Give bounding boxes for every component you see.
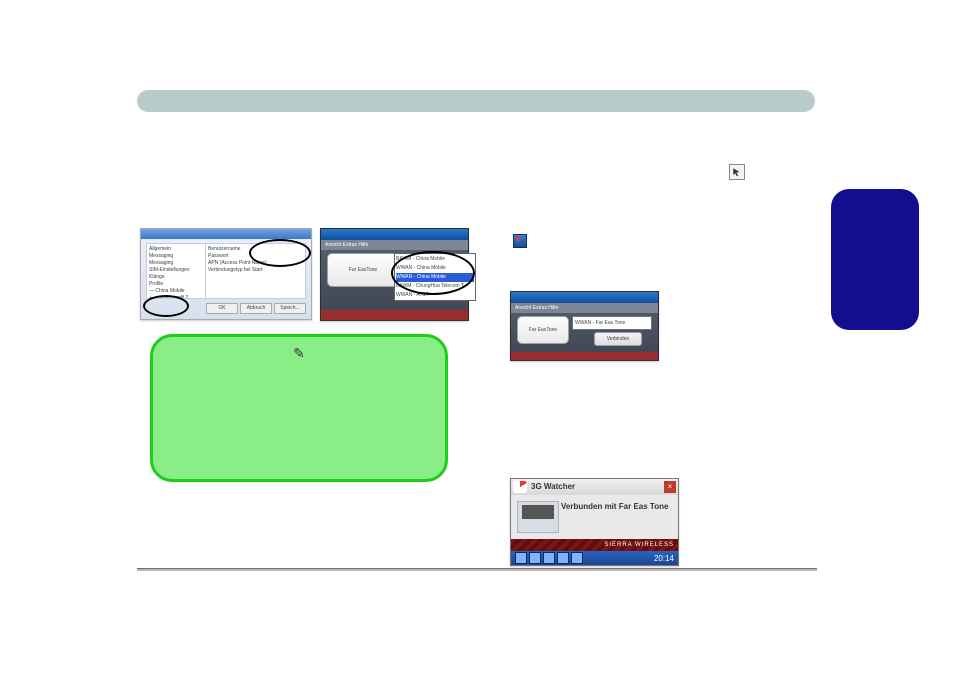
settings-tree: Allgemein Messaging Messaging SIM-Einste…: [146, 243, 206, 299]
laptop-icon: [517, 501, 559, 533]
body-text: in the task bar to display the Watcher u…: [530, 234, 810, 276]
tree-item: Klänge: [149, 274, 203, 281]
close-icon[interactable]: ×: [664, 481, 676, 493]
footer-divider: [137, 568, 817, 571]
taskbar: 20:14: [511, 551, 678, 565]
connect-button-label: Verbinden: [607, 336, 630, 342]
window-titlebar: [321, 229, 468, 240]
screenshot-3g-watcher-dropdown: Ansicht Extras Hilfe Far EasTone BAWM - …: [320, 228, 469, 321]
app-logo-icon: [513, 481, 527, 493]
signal-panel: Far EasTone: [327, 253, 399, 287]
tray-icons: [515, 552, 583, 564]
menubar: Ansicht Extras Hilfe: [321, 240, 468, 250]
note-box: ✎ Many service providers' APN settings a…: [150, 334, 448, 482]
cancel-button[interactable]: Abbruch: [240, 303, 272, 314]
ok-button[interactable]: OK: [206, 303, 238, 314]
chapter-tab: [831, 189, 919, 330]
annotation-ellipse: [391, 251, 475, 295]
tray-icon[interactable]: [515, 552, 527, 564]
window-titlebar: [141, 229, 311, 239]
signal-panel: Far EasTone: [517, 316, 569, 344]
cursor-icon: [729, 164, 745, 180]
window-title: 3G Watcher: [511, 479, 678, 495]
annotation-ellipse: [143, 295, 189, 317]
tray-icon[interactable]: [557, 552, 569, 564]
tree-item: — China Mobile: [149, 288, 203, 295]
tree-item: Messaging: [149, 260, 203, 267]
brand-strip: SIERRA WIRELESS: [511, 539, 678, 551]
connect-button[interactable]: Verbinden: [594, 332, 642, 346]
section-header-bar: [137, 90, 815, 112]
carrier-label: Far EasTone: [529, 327, 557, 333]
screenshot-connected-toast: 3G Watcher × Verbunden mit Far Eas Tone …: [510, 478, 679, 566]
combo-value: WWAN - Far Eas Tone: [575, 320, 625, 326]
brand-footer: [321, 310, 468, 320]
apply-button[interactable]: Speich...: [274, 303, 306, 314]
footer-chapter: Using 3.5G Connectivity: [560, 578, 760, 592]
watcher-tray-icon: [513, 234, 527, 248]
tree-item: Profile: [149, 281, 203, 288]
pencil-icon: ✎: [293, 345, 305, 362]
connected-message: Verbunden mit Far Eas Tone: [561, 501, 672, 512]
tray-icon[interactable]: [571, 552, 583, 564]
tree-item: Messaging: [149, 253, 203, 260]
tree-item: SIM-Einstellungen: [149, 267, 203, 274]
screenshot-watcher-settings: Allgemein Messaging Messaging SIM-Einste…: [140, 228, 312, 320]
menubar: Ansicht Extras Hilfe: [511, 303, 658, 313]
taskbar-clock: 20:14: [654, 554, 674, 563]
body-text: 9. Click the Watcher icon: [490, 150, 720, 164]
tray-icon[interactable]: [529, 552, 541, 564]
screenshot-3g-watcher-connect: Ansicht Extras Hilfe Far EasTone WWAN - …: [510, 291, 659, 361]
footer-page: 10 - 7: [780, 578, 806, 592]
profile-combo[interactable]: WWAN - Far Eas Tone: [572, 316, 652, 330]
field-label: Verbindungstyp bei Start: [208, 267, 303, 274]
annotation-ellipse: [249, 239, 311, 267]
body-text: 10. Once the connection has been establi…: [490, 380, 810, 422]
tree-item: Allgemein: [149, 246, 203, 253]
window-titlebar: [511, 292, 658, 303]
tray-icon[interactable]: [543, 552, 555, 564]
window-titlebar: 3G Watcher ×: [511, 479, 678, 495]
brand-footer: [511, 352, 658, 360]
carrier-label: Far EasTone: [349, 267, 377, 273]
